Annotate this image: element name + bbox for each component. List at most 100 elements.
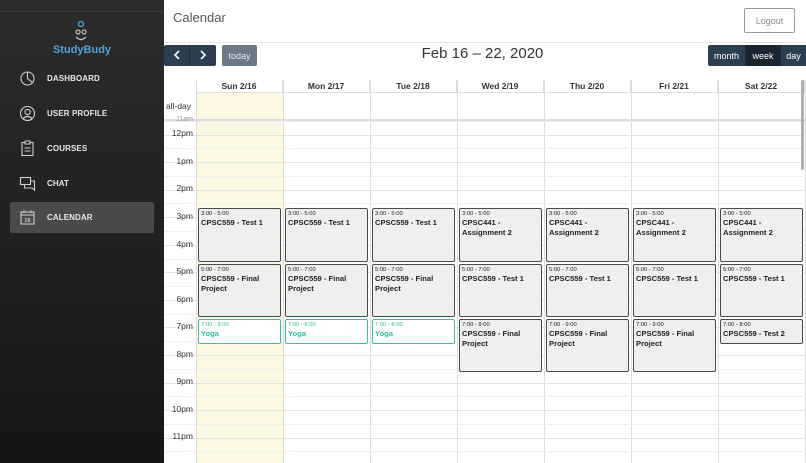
calendar-event[interactable]: 7:00 - 9:00 CPSC559 - Final Project — [546, 318, 629, 372]
week-view-button[interactable]: week — [745, 45, 780, 66]
week-calendar-grid[interactable]: all-day Sun 2/16 Mon 2/17 Tue 2/18 Wed 2/19… — [164, 80, 806, 463]
nav-label: CALENDAR — [47, 213, 93, 222]
calendar-event[interactable]: 5:00 - 7:00 CPSC559 - Final Project — [372, 263, 455, 317]
time-label: 4pm — [176, 238, 193, 249]
time-label: 5pm — [176, 266, 193, 277]
header-divider — [164, 42, 806, 43]
sidebar-divider — [0, 11, 164, 12]
calendar-event[interactable]: 7:00 - 9:00 CPSC559 - Final Project — [633, 318, 716, 372]
day-view-button[interactable]: day — [780, 45, 806, 66]
time-label: 8pm — [176, 348, 193, 359]
event-title: Yoga — [201, 328, 220, 338]
calendar-event[interactable]: 5:00 - 7:00 CPSC559 - Test 1 — [720, 263, 803, 317]
day-column-header[interactable]: Tue 2/18 — [370, 80, 457, 93]
calendar-event[interactable]: 7:00 - 8:00 Yoga — [372, 318, 455, 345]
calendar-event[interactable]: 5:00 - 7:00 CPSC559 - Test 1 — [459, 263, 542, 317]
event-title: CPSC559 - Final Project — [375, 273, 434, 293]
event-title: CPSC559 - Test 1 — [636, 273, 698, 283]
event-time: 7:00 - 9:00 — [549, 321, 577, 328]
calendar-event[interactable]: 7:00 - 8:00 CPSC559 - Test 2 — [720, 318, 803, 345]
grid-half-hour-line — [164, 451, 806, 453]
day-column-header[interactable]: Fri 2/21 — [631, 80, 718, 93]
time-label: 6pm — [176, 293, 193, 304]
allday-label: all-day — [166, 101, 192, 111]
calendar-event[interactable]: 7:00 - 9:00 CPSC559 - Final Project — [459, 318, 542, 372]
event-title: CPSC441 - Assignment 2 — [549, 218, 599, 238]
nav-label: USER PROFILE — [47, 109, 108, 118]
grid-half-hour-line — [164, 396, 806, 398]
time-label: 3pm — [176, 211, 193, 221]
event-title: CPSC441 - Assignment 2 — [723, 218, 773, 238]
grid-half-hour-line — [164, 120, 806, 122]
event-time: 5:00 - 7:00 — [375, 266, 403, 273]
grid-hour-line — [164, 134, 806, 136]
event-title: CPSC559 - Test 1 — [549, 273, 611, 283]
calendar-event[interactable]: 3:00 - 5:00 CPSC441 - Assignment 2 — [546, 208, 629, 262]
chevron-left-icon — [173, 49, 180, 60]
event-time: 3:00 - 5:00 — [636, 211, 664, 218]
calendar-event[interactable]: 3:00 - 5:00 CPSC441 - Assignment 2 — [720, 208, 803, 262]
time-label: 11am — [176, 116, 193, 123]
calendar-event[interactable]: 5:00 - 7:00 CPSC559 - Final Project — [285, 263, 368, 317]
day-column-header[interactable]: Sun 2/16 — [196, 80, 283, 93]
chat-icon — [19, 176, 36, 192]
event-time: 3:00 - 5:00 — [723, 211, 751, 218]
event-time: 3:00 - 5:00 — [375, 211, 403, 218]
calendar-event[interactable]: 3:00 - 5:00 CPSC559 - Test 1 — [372, 208, 455, 262]
robot-logo-icon — [75, 20, 87, 41]
event-title: CPSC559 - Final Project — [201, 273, 260, 293]
calendar-event[interactable]: 7:00 - 8:00 Yoga — [198, 318, 281, 345]
calendar-event[interactable]: 3:00 - 5:00 CPSC441 - Assignment 2 — [459, 208, 542, 262]
calendar-event[interactable]: 5:00 - 7:00 CPSC559 - Final Project — [198, 263, 281, 317]
nav-item-user-profile[interactable]: USER PROFILE — [10, 98, 154, 129]
event-title: Yoga — [375, 328, 394, 338]
event-time: 3:00 - 5:00 — [288, 211, 316, 218]
event-time: 3:00 - 5:00 — [462, 211, 490, 218]
event-title: CPSC559 - Test 1 — [201, 218, 263, 228]
calendar-event[interactable]: 3:00 - 5:00 CPSC559 - Test 1 — [285, 208, 368, 262]
nav-label: DASHBOARD — [47, 74, 100, 83]
clipboard-icon — [21, 140, 34, 157]
calendar-event[interactable]: 5:00 - 7:00 CPSC559 - Test 1 — [633, 263, 716, 317]
event-time: 7:00 - 8:00 — [201, 321, 229, 328]
next-week-button[interactable] — [189, 45, 216, 66]
calendar-event[interactable]: 3:00 - 5:00 CPSC441 - Assignment 2 — [633, 208, 716, 262]
time-label: 9pm — [176, 376, 193, 387]
event-time: 5:00 - 7:00 — [723, 266, 751, 273]
time-label: 12pm — [171, 128, 193, 139]
date-range-title: Feb 16 – 22, 2020 — [421, 45, 544, 62]
event-title: CPSC559 - Test 1 — [462, 273, 524, 283]
grid-hour-line — [164, 189, 806, 191]
logout-button[interactable]: Logout — [744, 8, 795, 33]
nav-label: COURSES — [47, 144, 88, 153]
day-column-header[interactable]: Thu 2/20 — [544, 80, 631, 93]
nav-item-calendar[interactable]: 16 CALENDAR — [10, 202, 154, 233]
event-title: Yoga — [288, 328, 307, 338]
day-column-header[interactable]: Mon 2/17 — [283, 80, 370, 93]
prev-week-button[interactable] — [164, 45, 189, 66]
grid-hour-line — [164, 437, 806, 439]
nav-label: CHAT — [47, 179, 70, 188]
calendar-event[interactable]: 3:00 - 5:00 CPSC559 - Test 1 — [198, 208, 281, 262]
event-time: 7:00 - 9:00 — [462, 321, 490, 328]
grid-half-hour-line — [164, 175, 806, 177]
grid-half-hour-line — [164, 148, 806, 150]
event-time: 7:00 - 9:00 — [636, 321, 664, 328]
day-column-header[interactable]: Sat 2/22 — [718, 80, 805, 93]
svg-text:16: 16 — [24, 218, 30, 224]
event-time: 5:00 - 7:00 — [549, 266, 577, 273]
time-label: 10pm — [171, 403, 193, 414]
calendar-event[interactable]: 7:00 - 8:00 Yoga — [285, 318, 368, 345]
event-time: 5:00 - 7:00 — [288, 266, 316, 273]
nav-item-dashboard[interactable]: DASHBOARD — [10, 63, 154, 94]
month-view-button[interactable]: month — [708, 45, 745, 66]
today-button[interactable]: today — [222, 45, 257, 66]
day-column-header[interactable]: Wed 2/19 — [457, 80, 544, 93]
calendar-event[interactable]: 5:00 - 7:00 CPSC559 - Test 1 — [546, 263, 629, 317]
nav-item-chat[interactable]: CHAT — [10, 168, 154, 199]
calendar-scrollbar[interactable] — [801, 80, 804, 170]
user-profile-icon — [19, 105, 36, 122]
time-label: 7pm — [176, 321, 193, 332]
sidebar: StudyBudy DASHBOARD USER PROFILE COURSES… — [0, 0, 164, 463]
nav-item-courses[interactable]: COURSES — [10, 133, 154, 164]
